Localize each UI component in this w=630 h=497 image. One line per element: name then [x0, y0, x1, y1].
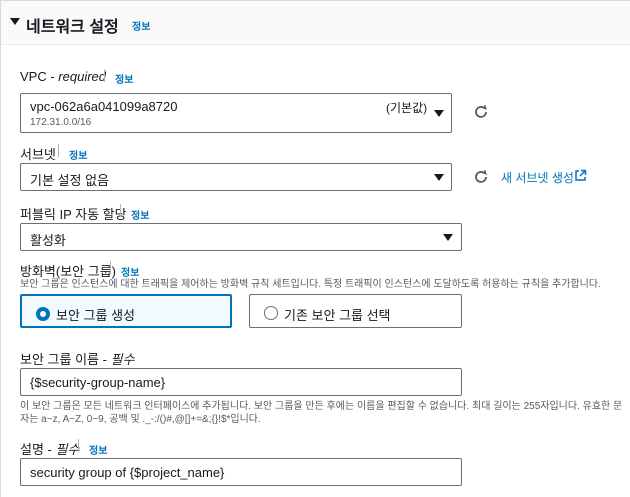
public-ip-select[interactable]: 활성화	[20, 223, 462, 251]
create-subnet-link[interactable]: 새 서브넷 생성	[501, 169, 574, 186]
sg-desc-label: 설명 - 필수	[20, 442, 80, 457]
chevron-down-icon	[434, 174, 444, 181]
sg-name-input-value: {$security-group-name}	[30, 375, 166, 390]
chevron-down-icon	[434, 110, 444, 117]
subnet-select[interactable]: 기본 설정 없음	[20, 163, 452, 191]
vpc-info-link[interactable]: 정보	[115, 71, 133, 86]
divider	[78, 439, 79, 452]
sg-name-label: 보안 그룹 이름 - 필수	[20, 352, 135, 367]
radio-existing-security-group[interactable]: 기존 보안 그룹 선택	[249, 294, 462, 328]
external-link-icon[interactable]	[574, 169, 587, 182]
vpc-select-value: vpc-062a6a041099a8720	[30, 99, 178, 114]
vpc-cidr: 172.31.0.0/16	[30, 117, 92, 128]
radio-unselected-icon	[264, 306, 278, 320]
divider	[120, 204, 121, 217]
subnet-label: 서브넷	[20, 147, 56, 162]
sg-description-input[interactable]: security group of {$project_name}	[20, 458, 462, 486]
sg-description-input-value: security group of {$project_name}	[30, 465, 225, 480]
sg-name-help-line-2: 자는 a~z, A~Z, 0~9, 공백 및 ._-:/()#,@[]+=&;{…	[20, 414, 261, 425]
subnet-select-value: 기본 설정 없음	[30, 173, 109, 188]
collapse-caret-icon[interactable]	[10, 18, 20, 25]
section-header[interactable]: 네트워크 설정 정보	[1, 1, 630, 45]
radio-selected-icon	[36, 307, 50, 321]
network-settings-panel: 네트워크 설정 정보 VPC - required 정보 vpc-062a6a0…	[0, 0, 630, 497]
sg-desc-info-link[interactable]: 정보	[89, 442, 107, 457]
divider	[104, 69, 105, 82]
sg-name-input[interactable]: {$security-group-name}	[20, 368, 462, 396]
section-title: 네트워크 설정	[26, 19, 119, 36]
vpc-label: VPC - required	[20, 69, 106, 84]
radio-create-label: 보안 그룹 생성	[56, 308, 135, 323]
refresh-vpc-icon[interactable]	[472, 103, 490, 121]
firewall-description: 보안 그룹은 인스턴스에 대한 트래픽을 제어하는 방화벽 규칙 세트입니다. …	[20, 279, 601, 290]
vpc-select[interactable]: vpc-062a6a041099a8720 172.31.0.0/16 (기본값…	[20, 93, 452, 133]
subnet-info-link[interactable]: 정보	[69, 147, 87, 162]
public-ip-select-value: 활성화	[30, 233, 66, 248]
sg-name-help-line-1: 이 보안 그룹은 모든 네트워크 인터페이스에 추가됩니다. 보안 그룹을 만든…	[20, 401, 623, 412]
divider	[58, 144, 59, 157]
radio-create-security-group[interactable]: 보안 그룹 생성	[20, 294, 232, 328]
radio-existing-label: 기존 보안 그룹 선택	[284, 308, 391, 323]
divider	[110, 261, 111, 274]
chevron-down-icon	[443, 234, 453, 241]
public-ip-info-link[interactable]: 정보	[131, 207, 149, 222]
vpc-default-tag: (기본값)	[386, 101, 428, 115]
section-info-link[interactable]: 정보	[132, 18, 150, 33]
refresh-subnet-icon[interactable]	[472, 168, 490, 186]
firewall-info-link[interactable]: 정보	[121, 264, 139, 279]
public-ip-label: 퍼블릭 IP 자동 할당	[20, 207, 127, 222]
